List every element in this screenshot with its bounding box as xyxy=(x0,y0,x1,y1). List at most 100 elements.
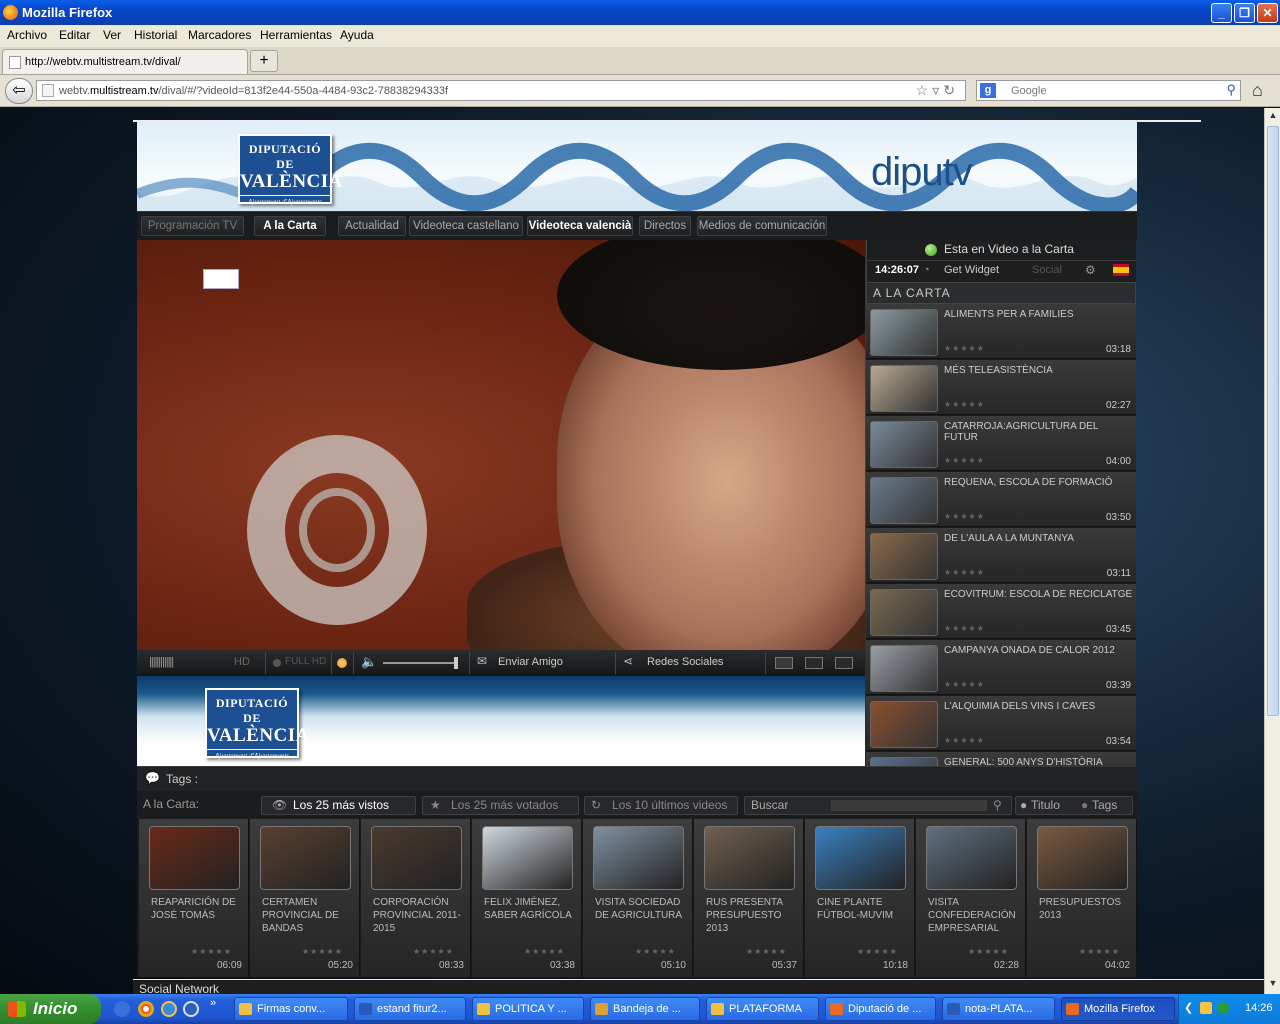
filter-top-voted[interactable]: ★ Los 25 más votados xyxy=(422,796,579,815)
video-title[interactable]: DE L'AULA A LA MUNTANYA xyxy=(944,533,1134,544)
video-thumbnail[interactable] xyxy=(870,533,938,580)
grid-video-item[interactable]: VISITA SOCIEDAD DE AGRICULTURA ★★★★★ 05:… xyxy=(583,819,693,977)
spain-flag-icon[interactable] xyxy=(1113,264,1129,276)
grid-video-item[interactable]: VISITA CONFEDERACIÓN EMPRESARIAL ★★★★★ 0… xyxy=(916,819,1026,977)
sidebar-video-item[interactable]: MÉS TELEASISTÈNCIA ★★★★★ 02:27 xyxy=(866,360,1136,415)
magnifier-icon[interactable]: ⚲ xyxy=(993,797,1002,814)
video-thumbnail[interactable] xyxy=(870,645,938,692)
small-view-icon[interactable] xyxy=(775,657,793,669)
video-thumbnail[interactable] xyxy=(870,589,938,636)
menu-ver[interactable]: Ver xyxy=(103,28,121,42)
radio-titulo[interactable]: ● xyxy=(1020,797,1027,814)
address-bar[interactable]: webtv.multistream.tv/dival/#/?videoId=81… xyxy=(36,80,966,101)
sidebar-video-item[interactable]: ECOVITRUM: ESCOLA DE RECICLATGE ★★★★★ 03… xyxy=(866,584,1136,639)
volume-slider-handle[interactable] xyxy=(454,657,458,669)
menu-historial[interactable]: Historial xyxy=(134,28,177,42)
sidebar-video-item[interactable]: L'ALQUIMIA DELS VINS I CAVES ★★★★★ 03:54 xyxy=(866,696,1136,751)
grid-video-item[interactable]: CINE PLANTE FÚTBOL-MUVIM ★★★★★ 10:18 xyxy=(805,819,915,977)
search-input[interactable]: Google xyxy=(1011,85,1046,97)
video-thumbnail[interactable] xyxy=(870,421,938,468)
grid-video-thumbnail[interactable] xyxy=(704,826,795,890)
scroll-up-arrow-icon[interactable]: ▲ xyxy=(1266,110,1280,124)
filter-top-viewed[interactable]: 👁 Los 25 más vistos xyxy=(261,796,416,815)
taskbar-button[interactable]: estand fitur2... xyxy=(354,997,466,1021)
rating-stars-icon[interactable]: ★★★★★ xyxy=(944,680,985,689)
taskbar-button[interactable]: Firmas conv... xyxy=(234,997,348,1021)
video-title[interactable]: CAMPANYA ONADA DE CALOR 2012 xyxy=(944,645,1134,656)
grid-video-title[interactable]: VISITA SOCIEDAD DE AGRICULTURA xyxy=(595,896,687,922)
media-player-icon[interactable] xyxy=(183,1001,199,1017)
grid-video-thumbnail[interactable] xyxy=(371,826,462,890)
grid-video-item[interactable]: PRESUPUESTOS 2013 ★★★★★ 04:02 xyxy=(1027,819,1137,977)
sidebar-video-item[interactable]: CATARROJA:AGRICULTURA DEL FUTUR ★★★★★ 04… xyxy=(866,416,1136,471)
settings-gear-icon[interactable]: ⚙ xyxy=(1085,263,1096,277)
video-title[interactable]: ALIMENTS PER A FAMILIES xyxy=(944,309,1134,320)
video-title[interactable]: GENERAL: 500 ANYS D'HISTÒRIA xyxy=(944,757,1134,766)
desktop-icon[interactable] xyxy=(114,1001,130,1017)
search-field[interactable]: Buscar ⚲ xyxy=(744,796,1012,815)
grid-video-title[interactable]: CORPORACIÓN PROVINCIAL 2011-2015 xyxy=(373,896,465,935)
grid-video-title[interactable]: REAPARICIÓN DE JOSÉ TOMÁS xyxy=(151,896,243,922)
grid-video-thumbnail[interactable] xyxy=(149,826,240,890)
video-title[interactable]: REQUENA, ESCOLA DE FORMACIÓ xyxy=(944,477,1134,488)
video-thumbnail[interactable] xyxy=(870,477,938,524)
send-friend-button[interactable]: Enviar Amigo xyxy=(498,656,563,668)
grid-video-title[interactable]: VISITA CONFEDERACIÓN EMPRESARIAL xyxy=(928,896,1020,935)
bookmark-star-icon[interactable]: ☆ xyxy=(916,82,933,98)
video-thumbnail[interactable] xyxy=(870,309,938,356)
grid-rating-stars-icon[interactable]: ★★★★★ xyxy=(1079,947,1120,956)
reload-icon[interactable]: ↻ xyxy=(943,82,959,98)
new-tab-button[interactable]: + xyxy=(250,50,278,72)
video-thumbnail[interactable] xyxy=(870,757,938,766)
scroll-down-arrow-icon[interactable]: ▼ xyxy=(1266,978,1280,992)
grid-rating-stars-icon[interactable]: ★★★★★ xyxy=(413,947,454,956)
social-networks-button[interactable]: Redes Sociales xyxy=(647,656,723,668)
fullscreen-view-icon[interactable] xyxy=(835,657,853,669)
menu-marcadores[interactable]: Marcadores xyxy=(188,28,251,42)
grid-rating-stars-icon[interactable]: ★★★★★ xyxy=(635,947,676,956)
taskbar-button[interactable]: POLITICA Y ... xyxy=(472,997,584,1021)
rating-stars-icon[interactable]: ★★★★★ xyxy=(944,512,985,521)
video-thumbnail[interactable] xyxy=(870,365,938,412)
taskbar-button[interactable]: PLATAFORMA xyxy=(706,997,819,1021)
window-title-bar[interactable]: Mozilla Firefox _ ❐ ✕ xyxy=(0,0,1280,25)
medium-view-icon[interactable] xyxy=(805,657,823,669)
rating-stars-icon[interactable]: ★★★★★ xyxy=(944,624,985,633)
tab-actualidad[interactable]: Actualidad xyxy=(338,216,406,236)
video-list[interactable]: ALIMENTS PER A FAMILIES ★★★★★ 03:18 MÉS … xyxy=(866,304,1136,766)
minimize-button[interactable]: _ xyxy=(1211,3,1232,23)
get-widget-button[interactable]: Get Widget xyxy=(944,264,999,276)
tray-expand-icon[interactable]: ❮ xyxy=(1184,1001,1193,1014)
sidebar-video-item[interactable]: GENERAL: 500 ANYS D'HISTÒRIA ★★★★★ xyxy=(866,752,1136,766)
menu-archivo[interactable]: Archivo xyxy=(7,28,47,42)
grid-video-thumbnail[interactable] xyxy=(926,826,1017,890)
grid-video-thumbnail[interactable] xyxy=(260,826,351,890)
volume-icon[interactable]: 🔈 xyxy=(361,654,377,670)
video-thumbnail[interactable] xyxy=(870,701,938,748)
video-player[interactable] xyxy=(137,240,865,650)
search-input-box[interactable] xyxy=(831,800,987,811)
sidebar-video-item[interactable]: ALIMENTS PER A FAMILIES ★★★★★ 03:18 xyxy=(866,304,1136,359)
rating-stars-icon[interactable]: ★★★★★ xyxy=(944,568,985,577)
tray-network-icon[interactable] xyxy=(1217,1002,1229,1014)
google-search-engine-icon[interactable]: g xyxy=(980,83,996,98)
grid-video-title[interactable]: FELIX JIMÉNEZ, SABER AGRÍCOLA xyxy=(484,896,576,922)
hd-toggle[interactable]: HD xyxy=(234,656,250,668)
sidebar-video-item[interactable]: CAMPANYA ONADA DE CALOR 2012 ★★★★★ 03:39 xyxy=(866,640,1136,695)
grid-video-title[interactable]: CINE PLANTE FÚTBOL-MUVIM xyxy=(817,896,909,922)
tab-videoteca-valencia[interactable]: Videoteca valencià xyxy=(527,216,633,236)
chrome-icon[interactable] xyxy=(138,1001,154,1017)
back-button[interactable]: ⇦ xyxy=(5,78,33,104)
browser-tab[interactable]: http://webtv.multistream.tv/dival/ xyxy=(2,49,248,74)
taskbar-button[interactable]: Bandeja de ... xyxy=(590,997,700,1021)
grid-video-item[interactable]: REAPARICIÓN DE JOSÉ TOMÁS ★★★★★ 06:09 xyxy=(139,819,249,977)
grid-rating-stars-icon[interactable]: ★★★★★ xyxy=(968,947,1009,956)
page-scrollbar[interactable]: ▲ ▼ xyxy=(1264,108,1280,994)
full-hd-toggle[interactable]: FULL HD xyxy=(285,656,326,667)
scroll-thumb[interactable] xyxy=(1267,126,1279,716)
grid-video-title[interactable]: RUS PRESENTA PRESUPUESTO 2013 xyxy=(706,896,798,935)
record-indicator-icon[interactable] xyxy=(337,658,347,668)
menu-ayuda[interactable]: Ayuda xyxy=(340,28,374,42)
tab-programacion-tv[interactable]: Programación TV xyxy=(141,216,244,236)
social-network-bar[interactable]: Social Network xyxy=(133,979,1264,996)
